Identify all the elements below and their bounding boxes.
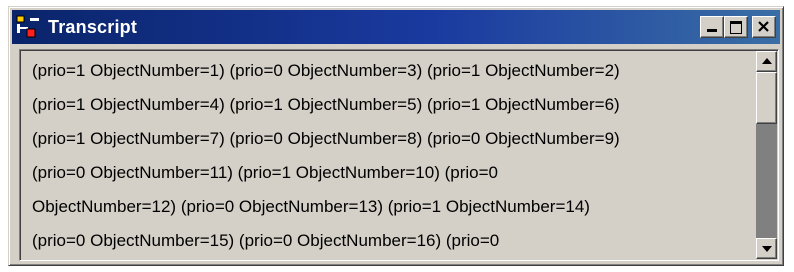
maximize-button[interactable]	[724, 16, 748, 38]
close-icon	[758, 21, 769, 32]
arrow-up-icon	[762, 58, 772, 64]
maximize-icon	[730, 21, 742, 34]
arrow-down-icon	[762, 246, 772, 252]
transcript-app-icon[interactable]	[16, 15, 40, 39]
transcript-line: (prio=1 ObjectNumber=4) (prio=1 ObjectNu…	[32, 95, 620, 114]
transcript-line: (prio=0 ObjectNumber=15) (prio=0 ObjectN…	[32, 231, 500, 250]
vertical-scrollbar[interactable]	[756, 51, 777, 259]
transcript-line: (prio=0 ObjectNumber=11) (prio=1 ObjectN…	[32, 163, 498, 182]
transcript-line: ObjectNumber=12) (prio=0 ObjectNumber=13…	[32, 197, 590, 216]
title-bar[interactable]: Transcript	[12, 10, 780, 44]
minimize-button[interactable]	[700, 16, 724, 38]
transcript-text-area[interactable]: (prio=1 ObjectNumber=1) (prio=0 ObjectNu…	[20, 50, 756, 260]
transcript-pane[interactable]: (prio=1 ObjectNumber=1) (prio=0 ObjectNu…	[19, 49, 779, 261]
close-button[interactable]	[752, 16, 776, 38]
window-title: Transcript	[48, 17, 138, 37]
transcript-window: Transcript (prio=1 ObjectNumber=1) (prio…	[8, 6, 784, 266]
scroll-down-button[interactable]	[756, 238, 777, 259]
transcript-line: (prio=1 ObjectNumber=7) (prio=0 ObjectNu…	[32, 129, 620, 148]
scroll-thumb[interactable]	[756, 72, 777, 124]
scroll-up-button[interactable]	[756, 51, 777, 72]
transcript-line: (prio=1 ObjectNumber=1) (prio=0 ObjectNu…	[32, 61, 620, 80]
minimize-icon	[707, 29, 717, 32]
